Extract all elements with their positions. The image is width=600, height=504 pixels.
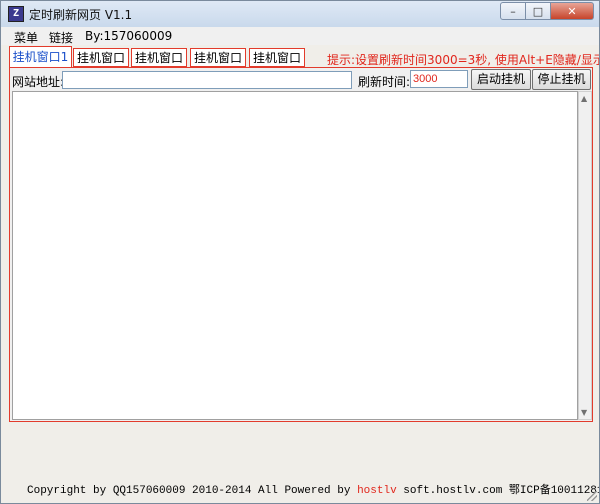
interval-input[interactable] xyxy=(410,70,468,88)
scroll-up-icon[interactable]: ▲ xyxy=(581,94,587,103)
close-button[interactable]: ✕ xyxy=(551,2,594,20)
menu-item-by[interactable]: By:157060009 xyxy=(85,29,172,43)
title-bar[interactable]: Z 定时刷新网页 V1.1 – □ ✕ xyxy=(1,1,599,27)
web-view[interactable] xyxy=(12,91,578,420)
tab-panel: 网站地址: 刷新时间: 启动挂机 停止挂机 ▲ ▼ xyxy=(9,67,593,422)
url-input[interactable] xyxy=(62,71,352,89)
tab-window-5[interactable]: 挂机窗口5 xyxy=(249,48,305,84)
window-title: 定时刷新网页 V1.1 xyxy=(29,8,133,22)
vertical-scrollbar[interactable]: ▲ ▼ xyxy=(578,91,592,420)
tab-window-4[interactable]: 挂机窗口4 xyxy=(190,48,246,84)
stop-button[interactable]: 停止挂机 xyxy=(532,69,591,90)
start-button[interactable]: 启动挂机 xyxy=(471,69,531,90)
url-label: 网站地址: xyxy=(12,75,65,89)
footer-copyright: Copyright by QQ157060009 2010-2014 All P… xyxy=(27,485,358,497)
app-window: Z 定时刷新网页 V1.1 – □ ✕ 菜单 链接 By:157060009 挂… xyxy=(0,0,600,504)
hint-text: 提示:设置刷新时间3000=3秒, 使用Alt+E隐藏/显示界面 xyxy=(327,53,600,67)
resize-grip-icon[interactable] xyxy=(587,491,597,501)
maximize-button[interactable]: □ xyxy=(526,2,551,20)
interval-label: 刷新时间: xyxy=(358,75,411,89)
menu-bar: 菜单 链接 By:157060009 xyxy=(1,27,599,46)
window-controls: – □ ✕ xyxy=(500,2,594,21)
tab-window-3[interactable]: 挂机窗口3 xyxy=(131,48,187,84)
footer-brand-link[interactable]: hostlv xyxy=(357,485,397,497)
tab-window-1[interactable]: 挂机窗口1 xyxy=(9,46,72,68)
minimize-button[interactable]: – xyxy=(500,2,526,20)
footer-site: soft.hostlv.com 鄂ICP备10011281号 Reserved. xyxy=(403,485,599,497)
tab-window-2[interactable]: 挂机窗口2 xyxy=(73,48,129,84)
menu-item-menu[interactable]: 菜单 xyxy=(14,29,38,46)
scroll-down-icon[interactable]: ▼ xyxy=(581,408,587,417)
menu-item-link[interactable]: 链接 xyxy=(49,29,73,46)
app-icon: Z xyxy=(8,6,24,22)
